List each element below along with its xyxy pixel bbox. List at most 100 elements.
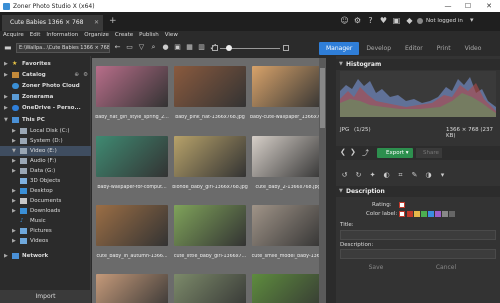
nav-drive-f[interactable]: ▶ Audio (F:): [0, 156, 91, 166]
color-swatch[interactable]: [421, 211, 427, 217]
scrollbar-thumb[interactable]: [320, 68, 325, 128]
thumbnail[interactable]: [174, 205, 246, 246]
export-button[interactable]: Export ▾: [377, 148, 413, 158]
filter-icon[interactable]: ▽: [137, 43, 146, 52]
more-icon[interactable]: ▾: [438, 171, 447, 180]
new-tab-icon[interactable]: +: [109, 16, 117, 26]
thumbnail[interactable]: [252, 205, 324, 246]
nav-catalog[interactable]: ▶ Catalog ⊕ ⚙: [0, 70, 91, 80]
color-swatch[interactable]: [449, 211, 455, 217]
maximize-icon[interactable]: ☐: [458, 0, 478, 12]
color-swatch[interactable]: [442, 211, 448, 217]
mode-manager[interactable]: Manager: [319, 42, 360, 55]
compare-view-icon[interactable]: ▥: [197, 43, 206, 52]
catalog-add-icon[interactable]: ⊕: [74, 70, 79, 80]
magic-wand-icon[interactable]: ✦: [368, 171, 377, 180]
account-dropdown-icon[interactable]: ▾: [470, 16, 474, 24]
description-field[interactable]: [340, 249, 496, 259]
thumbnail[interactable]: [252, 136, 324, 177]
settings-icon[interactable]: ⚙: [353, 16, 362, 25]
menu-information[interactable]: Information: [46, 31, 78, 40]
color-clear-icon[interactable]: [399, 211, 405, 217]
user-avatar-icon[interactable]: [417, 18, 423, 24]
grid-view-icon[interactable]: ▦: [185, 43, 194, 52]
thumbnail[interactable]: [96, 274, 168, 303]
crop-icon[interactable]: ⌗: [396, 171, 405, 180]
path-field[interactable]: E:\Wallpa...\Cute Babies 1366 × 768: [16, 43, 110, 53]
thumbnail[interactable]: [252, 66, 324, 107]
color-icon[interactable]: ◑: [424, 171, 433, 180]
menu-acquire[interactable]: Acquire: [3, 31, 24, 40]
rating-clear-icon[interactable]: [399, 202, 405, 208]
close-icon[interactable]: ✕: [479, 0, 499, 12]
nav-drive-c[interactable]: ▶ Local Disk (C:): [0, 126, 91, 136]
nav-3d-objects[interactable]: 3D Objects: [0, 176, 91, 186]
slider-handle[interactable]: [226, 45, 232, 51]
image-view-icon[interactable]: ▣: [173, 43, 182, 52]
nav-zonerama[interactable]: ▶ Zonerama: [0, 92, 91, 102]
previous-icon[interactable]: ❮: [340, 148, 346, 156]
mode-video[interactable]: Video: [458, 42, 489, 55]
thumbnail[interactable]: [96, 205, 168, 246]
nav-videos[interactable]: ▶ Videos: [0, 236, 91, 246]
auto-enhance-icon[interactable]: ◐: [382, 171, 391, 180]
login-status[interactable]: Not logged in: [426, 18, 463, 24]
mode-print[interactable]: Print: [430, 42, 458, 55]
map-pin-icon[interactable]: ●: [161, 43, 170, 52]
new-folder-icon[interactable]: ▭: [125, 43, 134, 52]
nav-network[interactable]: ▶ Network: [0, 251, 91, 261]
thumbnail[interactable]: [96, 66, 168, 107]
rotate-right-icon[interactable]: ↻: [354, 171, 363, 180]
save-button[interactable]: Save: [346, 262, 406, 274]
menu-organize[interactable]: Organize: [84, 31, 109, 40]
thumbnail[interactable]: [252, 274, 324, 303]
tab-close-icon[interactable]: ✕: [94, 15, 99, 31]
nav-documents[interactable]: ▶ Documents: [0, 196, 91, 206]
zoom-large-icon[interactable]: [283, 45, 289, 51]
minimize-icon[interactable]: —: [438, 0, 458, 12]
menu-create[interactable]: Create: [115, 31, 133, 40]
mode-develop[interactable]: Develop: [359, 42, 398, 55]
rotate-left-icon[interactable]: ↺: [340, 171, 349, 180]
nav-onedrive[interactable]: ▶ OneDrive - Perso...: [0, 103, 91, 113]
thumbnail[interactable]: [174, 136, 246, 177]
nav-drive-g[interactable]: ▶ Data (G:): [0, 166, 91, 176]
help-icon[interactable]: ?: [366, 16, 375, 25]
notifications-icon[interactable]: ◆: [405, 16, 414, 25]
mode-editor[interactable]: Editor: [398, 42, 430, 55]
title-field[interactable]: [340, 230, 496, 240]
zoom-small-icon[interactable]: [212, 45, 218, 51]
color-swatch[interactable]: [428, 211, 434, 217]
camera-icon[interactable]: ▣: [392, 16, 401, 25]
share-arrow-icon[interactable]: ⤴: [362, 148, 369, 158]
nav-desktop[interactable]: ▶ Desktop: [0, 186, 91, 196]
thumbnail[interactable]: [174, 66, 246, 107]
next-icon[interactable]: ❯: [350, 148, 356, 156]
color-swatch[interactable]: [407, 211, 413, 217]
document-tab[interactable]: Cute Babies 1366 × 768 ✕: [2, 15, 103, 31]
cancel-button[interactable]: Cancel: [416, 262, 476, 274]
nav-favorites[interactable]: ▶ ★ Favorites: [0, 59, 91, 69]
menu-edit[interactable]: Edit: [30, 31, 41, 40]
nav-music[interactable]: ♪ Music: [0, 216, 91, 226]
heart-icon[interactable]: ♥: [379, 16, 388, 25]
thumbnail[interactable]: [96, 136, 168, 177]
import-button[interactable]: Import: [0, 290, 91, 303]
menu-view[interactable]: View: [165, 31, 178, 40]
nav-this-pc[interactable]: ▼ This PC: [0, 115, 91, 125]
nav-drive-d[interactable]: ▶ System (D:): [0, 136, 91, 146]
brush-icon[interactable]: ✎: [410, 171, 419, 180]
folder-icon[interactable]: ▬: [4, 43, 12, 52]
nav-downloads[interactable]: ▶ Downloads: [0, 206, 91, 216]
color-swatch[interactable]: [414, 211, 420, 217]
menu-publish[interactable]: Publish: [139, 31, 159, 40]
share-button[interactable]: Share: [416, 148, 442, 158]
thumbnail[interactable]: [174, 274, 246, 303]
color-swatch[interactable]: [435, 211, 441, 217]
histogram-header[interactable]: ▼ Histogram: [336, 59, 500, 70]
catalog-settings-icon[interactable]: ⚙: [83, 70, 88, 80]
people-icon[interactable]: ☺: [340, 16, 349, 25]
description-header[interactable]: ▼ Description: [336, 186, 500, 197]
search-icon[interactable]: ⌕: [149, 43, 158, 52]
back-icon[interactable]: ←: [113, 43, 122, 52]
